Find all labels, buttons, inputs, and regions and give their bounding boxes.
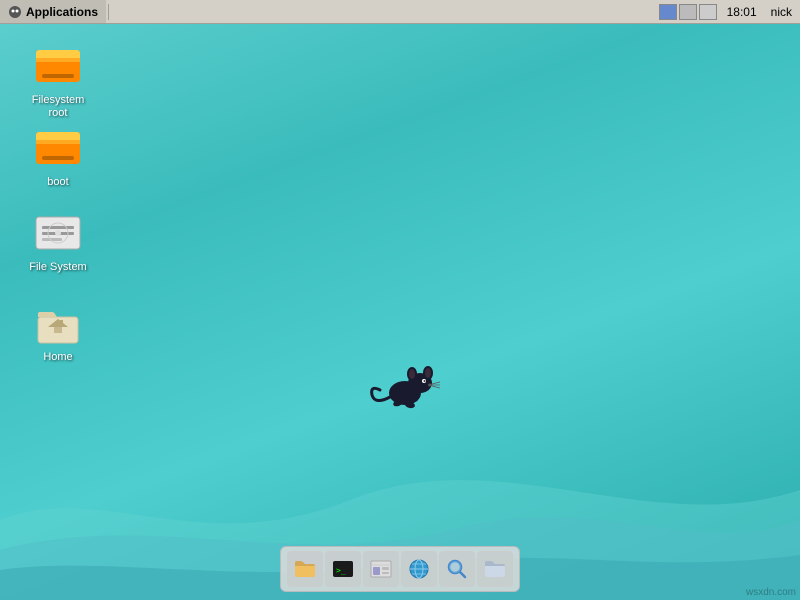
- panel-square-1[interactable]: [659, 4, 677, 20]
- panel-clock: 18:01: [719, 5, 765, 19]
- panel-user: nick: [767, 5, 796, 19]
- desktop-icon-filesystem-root[interactable]: Filesystemroot: [18, 38, 98, 124]
- folder2-icon: [483, 557, 507, 581]
- file-system-label: File System: [29, 261, 86, 274]
- panel-square-3[interactable]: [699, 4, 717, 20]
- xfce-mascot: [370, 355, 440, 415]
- white-drive-icon: [34, 209, 82, 257]
- boot-label: boot: [47, 176, 68, 189]
- panel-square-2[interactable]: [679, 4, 697, 20]
- taskbar-search-button[interactable]: [439, 551, 475, 587]
- terminal-icon: >_: [331, 557, 355, 581]
- watermark: wsxdn.com: [746, 587, 796, 598]
- filesystem-root-label: Filesystemroot: [32, 94, 85, 120]
- browser-icon: [407, 557, 431, 581]
- taskbar-terminal-button[interactable]: >_: [325, 551, 361, 587]
- apps-menu-icon: [8, 5, 22, 19]
- filesystem-root-icon-img: [34, 42, 82, 90]
- boot-drive-icon: [34, 124, 82, 172]
- desktop-icon-boot[interactable]: boot: [18, 120, 98, 193]
- desktop-icon-home[interactable]: Home: [18, 295, 98, 368]
- desktop-icon-file-system[interactable]: File System: [18, 205, 98, 278]
- search-icon: [445, 557, 469, 581]
- panel-separator: [108, 4, 109, 20]
- top-panel: Applications 18:01 nick: [0, 0, 800, 24]
- mascot-svg: [370, 355, 440, 415]
- orange-drive-icon: [34, 42, 82, 90]
- home-folder-icon: [34, 299, 82, 347]
- taskbar-filemanager-button[interactable]: [363, 551, 399, 587]
- filemanager-icon: [369, 557, 393, 581]
- home-icon-img: [34, 299, 82, 347]
- bottom-taskbar: >_: [280, 546, 520, 592]
- taskbar-browser-button[interactable]: [401, 551, 437, 587]
- applications-label: Applications: [26, 5, 98, 19]
- panel-right: 18:01 nick: [659, 4, 800, 20]
- boot-icon-img: [34, 124, 82, 172]
- taskbar-files2-button[interactable]: [477, 551, 513, 587]
- desktop: Applications 18:01 nick Filesystemroot: [0, 0, 800, 600]
- file-system-icon-img: [34, 209, 82, 257]
- folder-icon: [293, 557, 317, 581]
- home-label: Home: [43, 351, 72, 364]
- svg-text:>_: >_: [336, 566, 346, 575]
- taskbar-files-button[interactable]: [287, 551, 323, 587]
- applications-menu[interactable]: Applications: [0, 0, 106, 23]
